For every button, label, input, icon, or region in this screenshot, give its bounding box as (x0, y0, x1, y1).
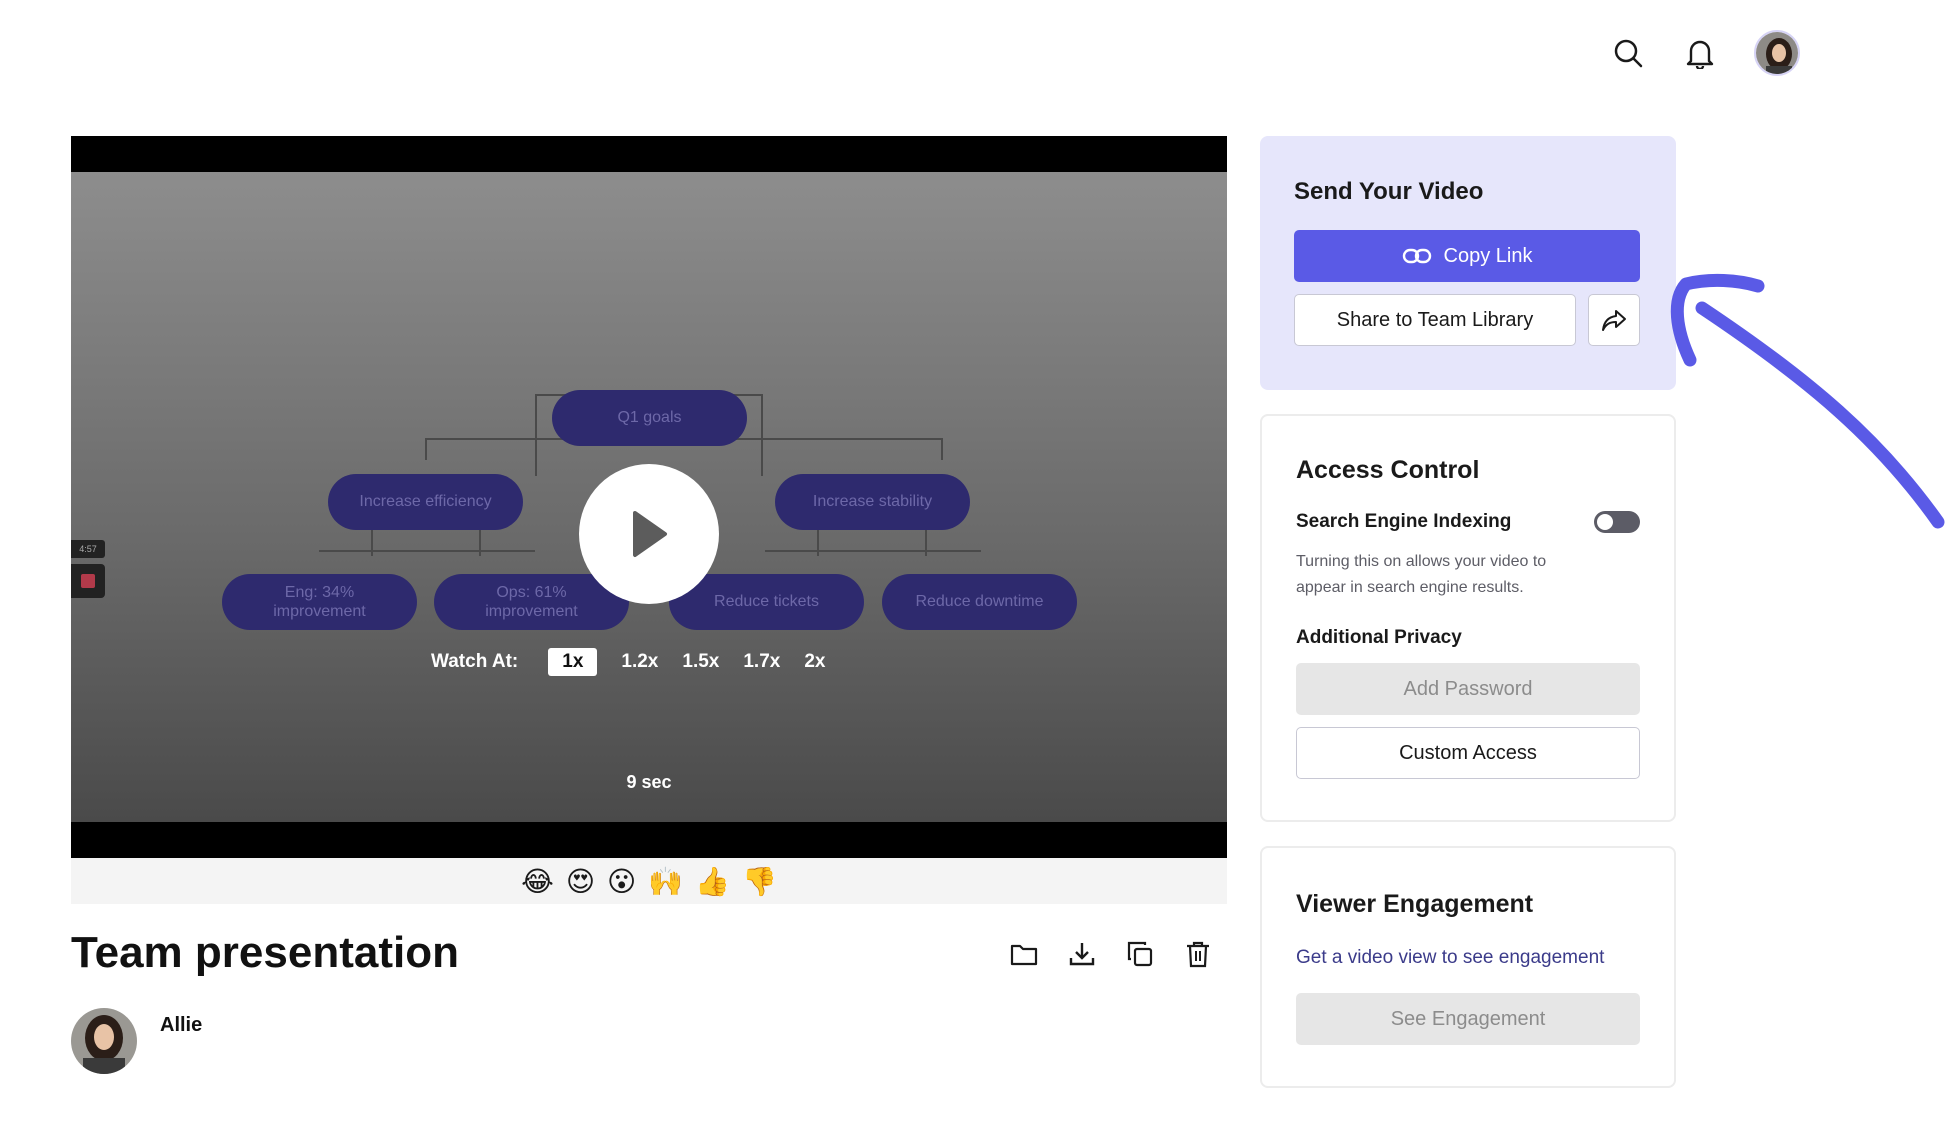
link-icon (1402, 248, 1431, 264)
diagram-node-leaf: Eng: 34% improvement (222, 574, 417, 630)
share-button[interactable] (1588, 294, 1640, 346)
folder-icon[interactable] (1008, 938, 1040, 970)
viewer-engagement-description: Get a video view to see engagement (1296, 947, 1605, 968)
author-name: Allie (160, 1014, 203, 1036)
playback-speed-control: Watch At: 1x 1.2x 1.5x 1.7x 2x (431, 648, 849, 676)
diagram-node-root: Q1 goals (552, 390, 747, 446)
add-password-button[interactable]: Add Password (1296, 663, 1640, 715)
viewer-engagement-panel: Viewer Engagement Get a video view to se… (1260, 846, 1676, 1088)
diagram-node-right: Increase stability (775, 474, 970, 530)
send-video-heading: Send Your Video (1294, 178, 1484, 205)
video-duration: 9 sec (626, 772, 672, 792)
speed-option-1x[interactable]: 1x (548, 648, 598, 676)
reaction-raised-hands[interactable]: 🙌 (648, 865, 683, 898)
reaction-bar: 😂 😍 😮 🙌 👍 👎 (71, 858, 1227, 904)
reaction-laughing[interactable]: 😂 (521, 865, 554, 898)
watch-at-label: Watch At: (431, 651, 519, 672)
play-icon (633, 511, 667, 557)
reaction-surprised[interactable]: 😮 (607, 865, 636, 898)
search-icon[interactable] (1610, 35, 1646, 71)
copy-link-button[interactable]: Copy Link (1294, 230, 1640, 282)
stop-icon (81, 574, 95, 588)
video-frame: Q1 goals Increase efficiency Increase st… (71, 172, 1227, 822)
duplicate-icon[interactable] (1124, 938, 1156, 970)
pointer-arrow-icon (1670, 273, 1945, 529)
record-stop-button[interactable] (71, 564, 105, 598)
play-button[interactable] (579, 464, 719, 604)
bell-icon[interactable] (1682, 35, 1718, 71)
reaction-thumbs-down[interactable]: 👎 (742, 865, 777, 898)
search-indexing-help: Turning this on allows your video to app… (1296, 553, 1547, 596)
diagram-node-left: Increase efficiency (328, 474, 523, 530)
speed-option-2x[interactable]: 2x (804, 651, 825, 673)
user-avatar[interactable] (1754, 30, 1800, 76)
send-video-panel: Send Your Video Copy Link Share to Team … (1260, 136, 1676, 390)
search-indexing-toggle[interactable] (1594, 511, 1640, 533)
access-control-heading: Access Control (1296, 456, 1480, 484)
additional-privacy-label: Additional Privacy (1296, 627, 1462, 648)
recording-timer: 4:57 (71, 540, 105, 558)
diagram-node-leaf: Reduce downtime (882, 574, 1077, 630)
download-icon[interactable] (1066, 938, 1098, 970)
video-title: Team presentation (71, 928, 459, 977)
reaction-heart-eyes[interactable]: 😍 (566, 865, 595, 898)
see-engagement-button[interactable]: See Engagement (1296, 993, 1640, 1045)
top-bar (1610, 30, 1800, 76)
video-player[interactable]: Q1 goals Increase efficiency Increase st… (71, 136, 1227, 858)
viewer-engagement-heading: Viewer Engagement (1296, 890, 1534, 918)
share-arrow-icon (1602, 310, 1626, 331)
copy-link-label: Copy Link (1443, 244, 1533, 267)
reaction-thumbs-up[interactable]: 👍 (695, 865, 730, 898)
author-avatar[interactable] (71, 1008, 137, 1074)
video-actions (1008, 938, 1214, 970)
trash-icon[interactable] (1182, 938, 1214, 970)
speed-option-1-2x[interactable]: 1.2x (621, 651, 658, 673)
search-indexing-label: Search Engine Indexing (1296, 511, 1512, 532)
speed-option-1-5x[interactable]: 1.5x (682, 651, 719, 673)
access-control-panel: Access Control Search Engine Indexing Tu… (1260, 414, 1676, 822)
share-team-library-button[interactable]: Share to Team Library (1294, 294, 1576, 346)
custom-access-button[interactable]: Custom Access (1296, 727, 1640, 779)
speed-option-1-7x[interactable]: 1.7x (743, 651, 780, 673)
